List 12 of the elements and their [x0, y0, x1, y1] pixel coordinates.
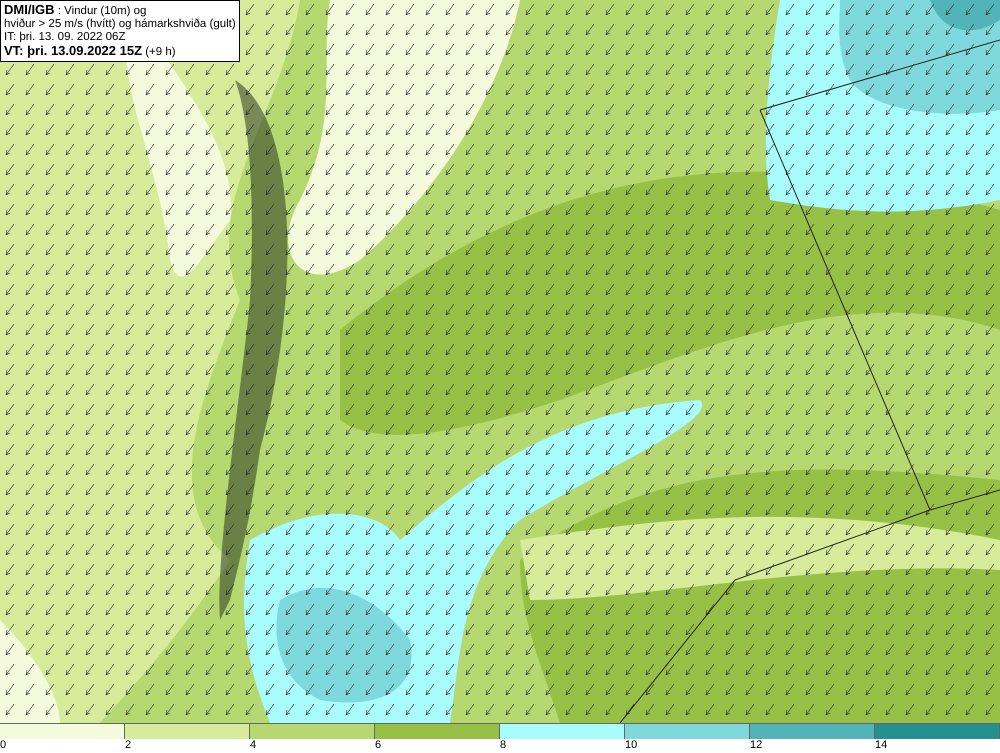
legend-label: 0 [0, 739, 6, 752]
legend-label: 6 [375, 739, 382, 752]
title-line: hviður > 25 m/s (hvítt) og hámarkshviða (gult) [4, 18, 236, 31]
title-line: DMI/IGB : Vindur (10m) og [4, 3, 148, 18]
title-line: IT: þri. 13. 09. 2022 06Z [4, 31, 126, 44]
legend-label: 4 [250, 739, 256, 752]
legend-label: 2 [125, 739, 132, 752]
legend-label: 10 [625, 739, 638, 752]
legend-label: 14 [875, 739, 888, 752]
legend-label: 8 [500, 739, 506, 752]
title-line: VT: þri. 13.09.2022 15Z (+9 h) [4, 44, 177, 59]
legend-label: 12 [750, 739, 762, 752]
